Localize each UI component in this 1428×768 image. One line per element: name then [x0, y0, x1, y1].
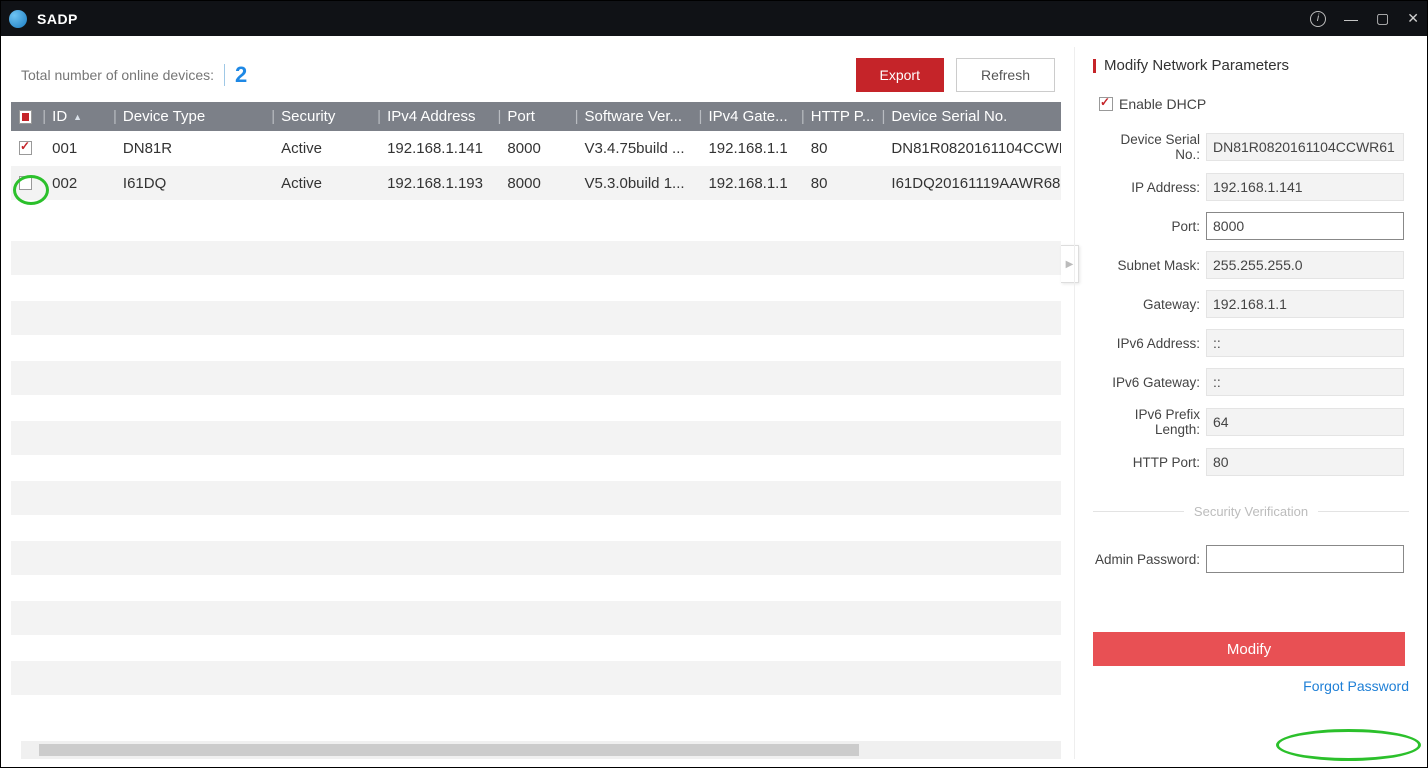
input-ipv6gw[interactable] [1206, 368, 1404, 396]
total-devices-count: 2 [235, 62, 247, 88]
forgot-password-link[interactable]: Forgot Password [1303, 678, 1409, 694]
label-port: Port: [1093, 219, 1206, 234]
minimize-icon[interactable]: — [1344, 11, 1358, 27]
table-row[interactable]: | 002| I61DQ| Active| 192.168.1.193| 800… [11, 166, 1061, 201]
cell-serial: DN81R0820161104CCWR61 [889, 131, 1061, 165]
input-ip[interactable] [1206, 173, 1404, 201]
cell-port: 8000 [505, 131, 570, 165]
label-ipv6addr: IPv6 Address: [1093, 336, 1206, 351]
titlebar: SADP i — ▢ ✕ [1, 1, 1427, 36]
input-subnet[interactable] [1206, 251, 1404, 279]
cell-id: 001 [50, 131, 109, 165]
cell-software: V5.3.0build 1... [582, 166, 694, 200]
enable-dhcp-checkbox[interactable] [1099, 97, 1113, 111]
modify-button[interactable]: Modify [1093, 632, 1405, 666]
export-button[interactable]: Export [856, 58, 944, 92]
close-icon[interactable]: ✕ [1407, 10, 1419, 27]
cell-port: 8000 [505, 166, 570, 200]
maximize-icon[interactable]: ▢ [1376, 10, 1389, 27]
label-httpport: HTTP Port: [1093, 455, 1206, 470]
divider [224, 64, 225, 86]
cell-security: Active [279, 131, 373, 165]
window-controls: i — ▢ ✕ [1310, 10, 1419, 27]
empty-rows [11, 241, 1061, 695]
enable-dhcp-label: Enable DHCP [1119, 96, 1206, 112]
input-ipv6prefix[interactable] [1206, 408, 1404, 436]
cell-type: DN81R [121, 131, 267, 165]
input-port[interactable] [1206, 212, 1404, 240]
col-software-version[interactable]: Software Ver... [582, 102, 694, 131]
refresh-button[interactable]: Refresh [956, 58, 1055, 92]
row-checkbox[interactable] [19, 141, 32, 155]
cell-ip: 192.168.1.141 [385, 131, 493, 165]
cell-serial: I61DQ20161119AAWR68 [889, 166, 1061, 200]
col-serial[interactable]: Device Serial No. [889, 102, 1061, 131]
info-icon[interactable]: i [1310, 11, 1326, 27]
col-ipv4-gateway[interactable]: IPv4 Gate... [706, 102, 796, 131]
cell-gateway: 192.168.1.1 [706, 166, 796, 200]
table-header: | ID▲ | Device Type | Security | IPv4 Ad… [11, 102, 1061, 131]
list-topbar: Total number of online devices: 2 Export… [11, 47, 1061, 102]
label-ipv6prefix: IPv6 Prefix Length: [1093, 407, 1206, 437]
label-gateway: Gateway: [1093, 297, 1206, 312]
label-ipv6gw: IPv6 Gateway: [1093, 375, 1206, 390]
input-admin-password[interactable] [1206, 545, 1404, 573]
col-device-type[interactable]: Device Type [121, 102, 267, 131]
cell-type: I61DQ [121, 166, 267, 200]
device-list-panel: Total number of online devices: 2 Export… [11, 47, 1061, 759]
label-admin-password: Admin Password: [1093, 552, 1206, 567]
col-id[interactable]: ID▲ [50, 102, 109, 131]
col-http-port[interactable]: HTTP P... [809, 102, 878, 131]
total-devices-label: Total number of online devices: [21, 67, 214, 83]
col-ipv4-address[interactable]: IPv4 Address [385, 102, 493, 131]
enable-dhcp-row[interactable]: Enable DHCP [1099, 96, 1409, 112]
col-security[interactable]: Security [279, 102, 373, 131]
select-all-checkbox[interactable] [19, 110, 32, 124]
input-ipv6addr[interactable] [1206, 329, 1404, 357]
table-row[interactable]: | 001| DN81R| Active| 192.168.1.141| 800… [11, 131, 1061, 166]
app-logo-icon [9, 10, 27, 28]
security-verification-divider: Security Verification [1093, 504, 1409, 519]
label-serial: Device Serial No.: [1093, 132, 1206, 162]
cell-software: V3.4.75build ... [582, 131, 694, 165]
sort-asc-icon: ▲ [73, 112, 82, 122]
cell-id: 002 [50, 166, 109, 200]
cell-security: Active [279, 166, 373, 200]
cell-http: 80 [809, 166, 878, 200]
cell-ip: 192.168.1.193 [385, 166, 493, 200]
cell-gateway: 192.168.1.1 [706, 131, 796, 165]
label-subnet: Subnet Mask: [1093, 258, 1206, 273]
horizontal-scrollbar[interactable] [21, 741, 1061, 759]
col-port[interactable]: Port [505, 102, 570, 131]
input-gateway[interactable] [1206, 290, 1404, 318]
panel-title: Modify Network Parameters [1093, 57, 1409, 74]
cell-http: 80 [809, 131, 878, 165]
label-ip: IP Address: [1093, 180, 1206, 195]
row-checkbox[interactable] [19, 176, 32, 190]
input-httpport[interactable] [1206, 448, 1404, 476]
modify-network-panel: Modify Network Parameters Enable DHCP De… [1074, 47, 1419, 759]
input-serial[interactable] [1206, 133, 1404, 161]
app-title: SADP [37, 11, 78, 27]
